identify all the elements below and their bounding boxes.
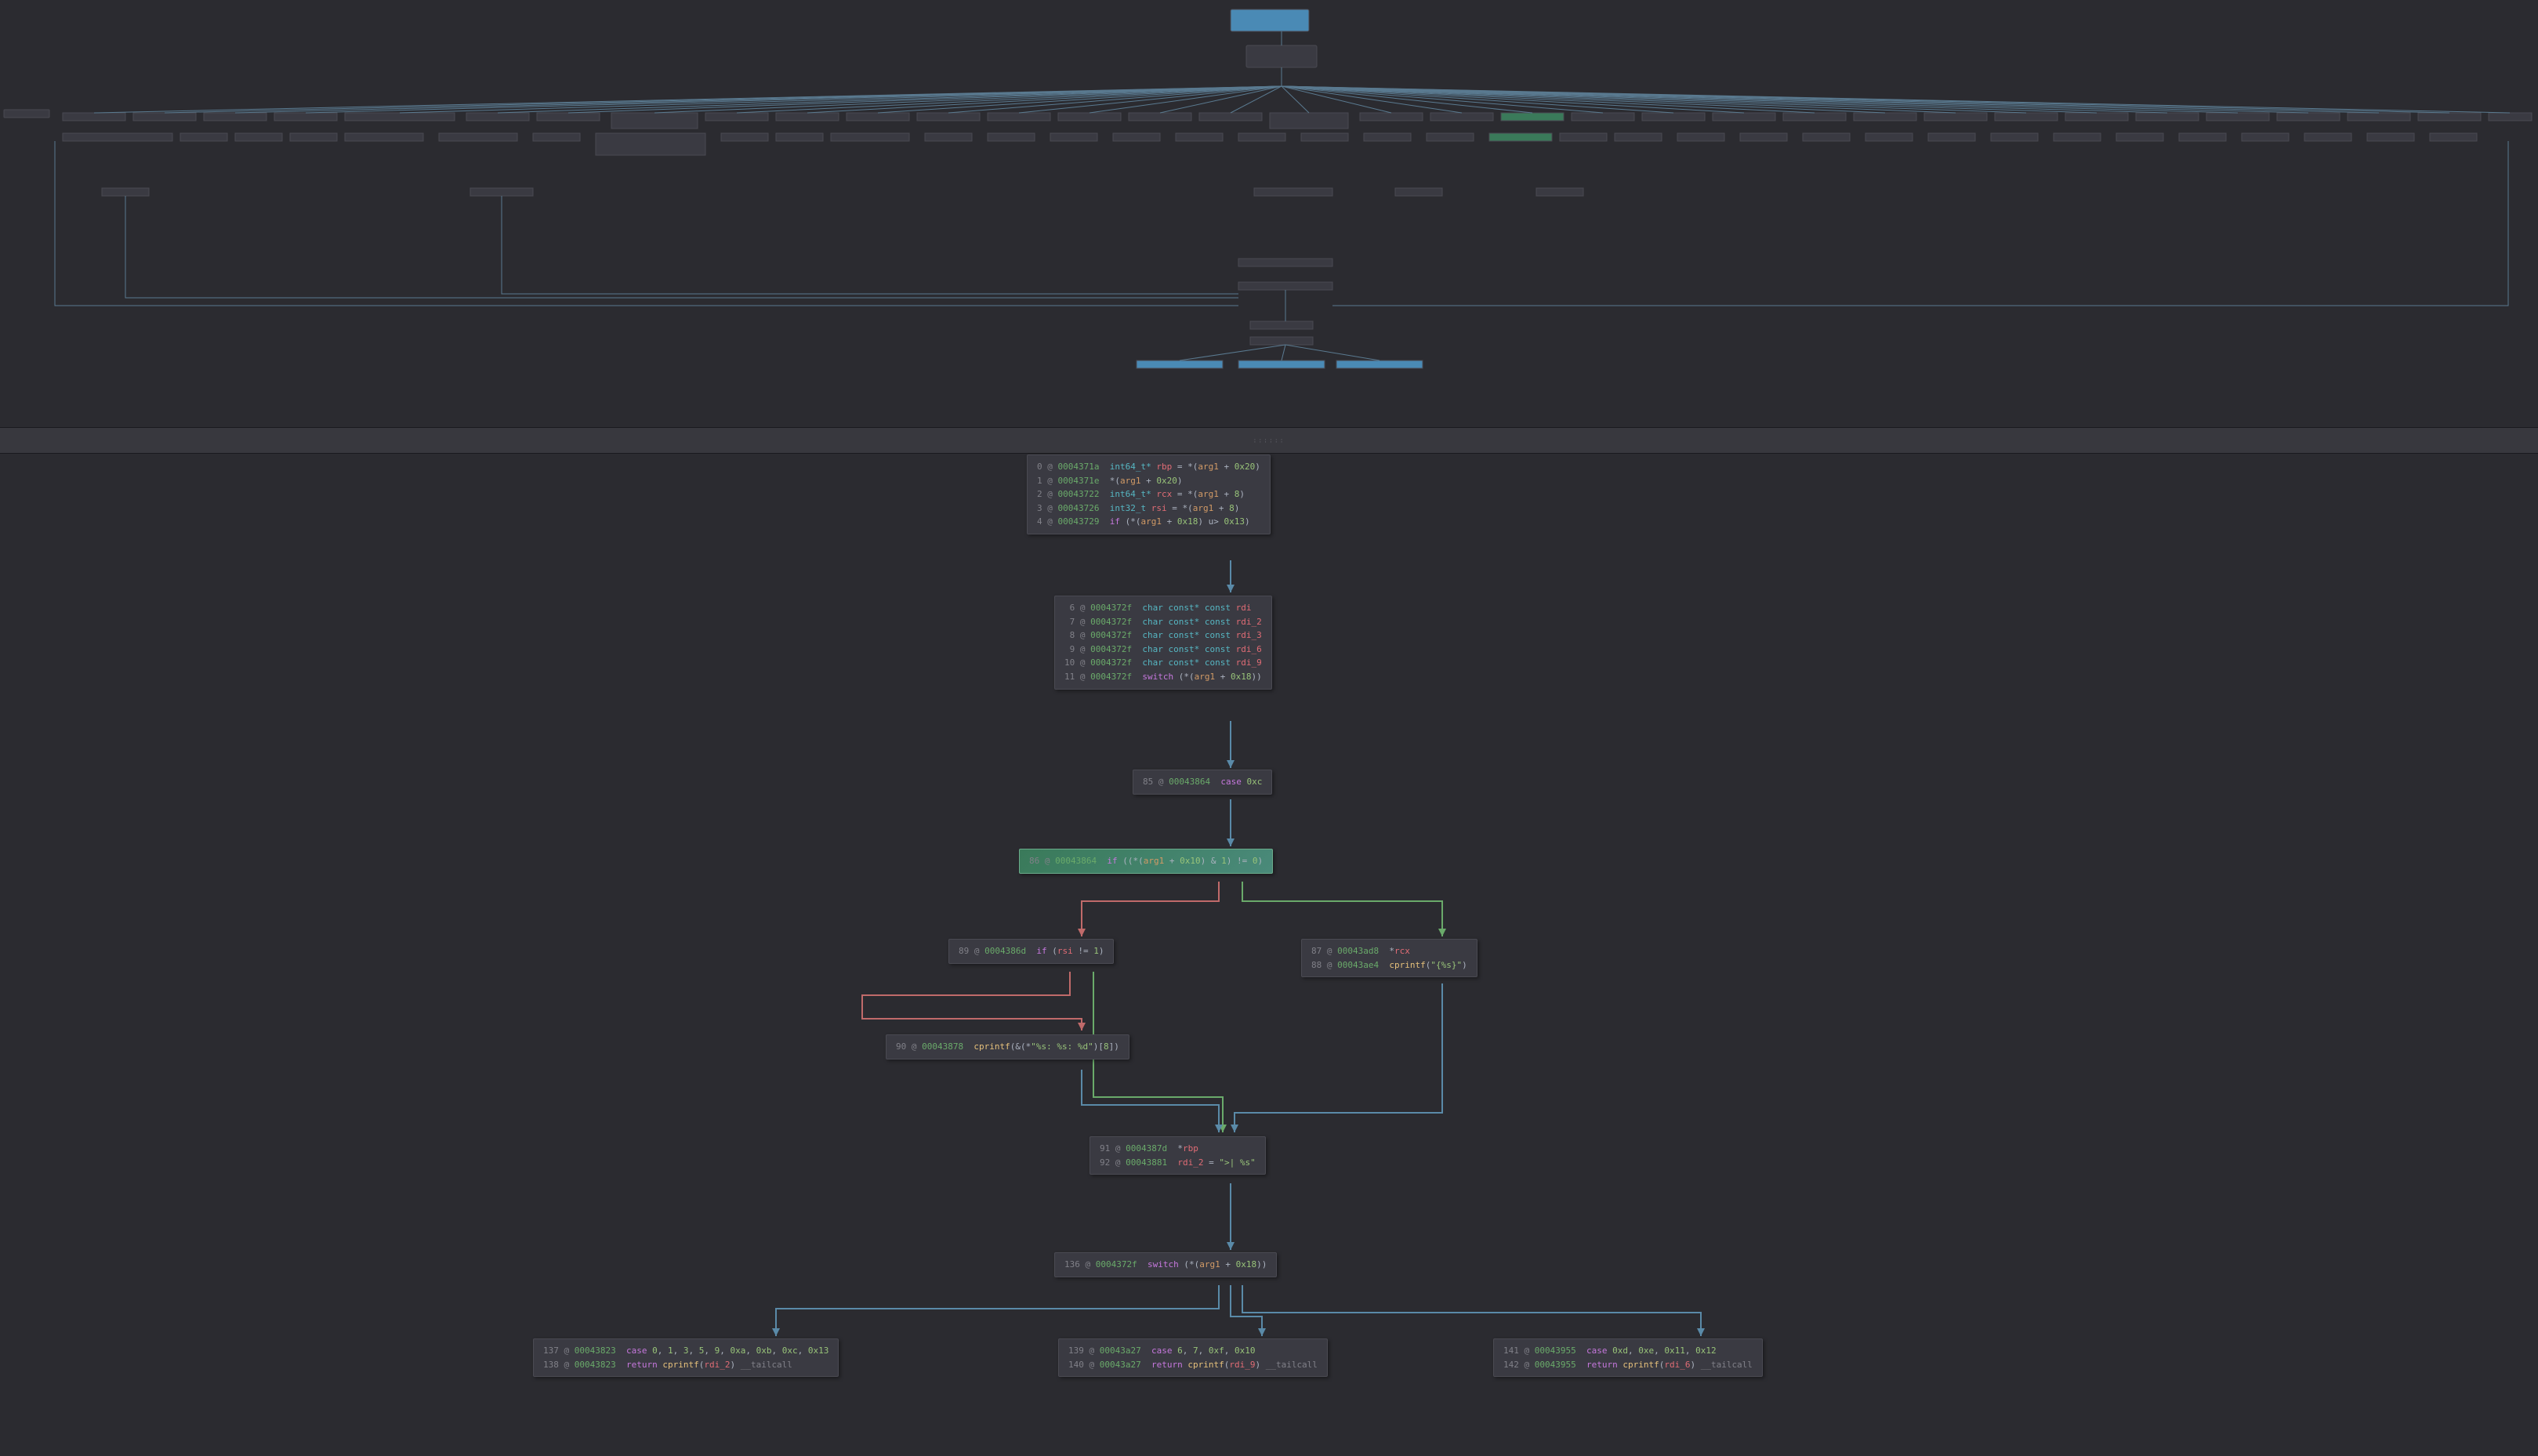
basic-block-139[interactable]: 139 @ 00043a27 case 6, 7, 0xf, 0x10 140 … [1058, 1338, 1328, 1377]
basic-block-91[interactable]: 91 @ 0004387d *rbp 92 @ 00043881 rdi_2 =… [1090, 1136, 1266, 1175]
basic-block-0[interactable]: 0 @ 0004371a int64_t* rbp = *(arg1 + 0x2… [1027, 455, 1271, 534]
graph-minimap[interactable] [0, 0, 2538, 415]
pane-splitter[interactable]: :::::: [0, 427, 2538, 454]
basic-block-86-selected[interactable]: 86 @ 00043864 if ((*(arg1 + 0x10) & 1) !… [1019, 849, 1273, 874]
basic-block-1[interactable]: 6 @ 0004372f char const* const rdi 7 @ 0… [1054, 596, 1272, 690]
basic-block-137[interactable]: 137 @ 00043823 case 0, 1, 3, 5, 9, 0xa, … [533, 1338, 839, 1377]
graph-canvas[interactable]: 0 @ 0004371a int64_t* rbp = *(arg1 + 0x2… [0, 455, 2538, 1456]
basic-block-89[interactable]: 89 @ 0004386d if (rsi != 1) [948, 939, 1114, 964]
basic-block-136[interactable]: 136 @ 0004372f switch (*(arg1 + 0x18)) [1054, 1252, 1277, 1277]
splitter-handle-icon: :::::: [1253, 437, 1285, 444]
basic-block-90[interactable]: 90 @ 00043878 cprintf(&(*"%s: %s: %d")[8… [886, 1034, 1129, 1059]
basic-block-87[interactable]: 87 @ 00043ad8 *rcx 88 @ 00043ae4 cprintf… [1301, 939, 1477, 977]
basic-block-85[interactable]: 85 @ 00043864 case 0xc [1133, 770, 1272, 795]
basic-block-141[interactable]: 141 @ 00043955 case 0xd, 0xe, 0x11, 0x12… [1493, 1338, 1763, 1377]
